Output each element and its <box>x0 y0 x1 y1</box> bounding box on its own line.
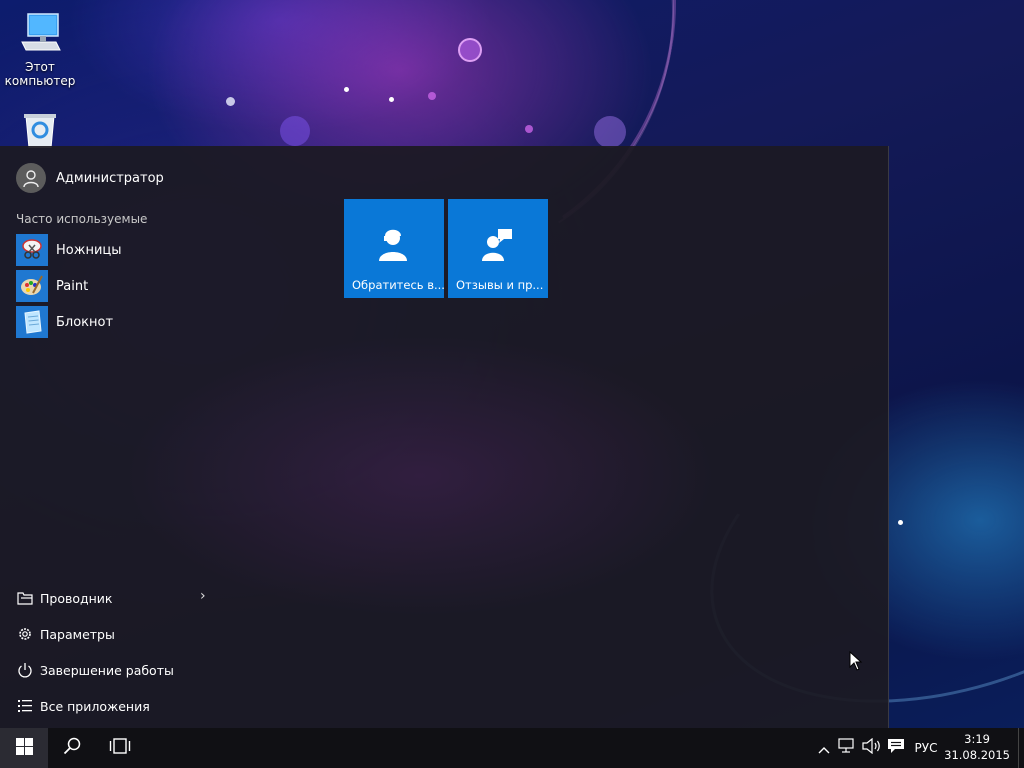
network-button[interactable] <box>836 728 858 768</box>
tile-label: Обратитесь в... <box>352 278 445 292</box>
tile-feedback[interactable]: Отзывы и пр... <box>448 199 548 298</box>
feedback-icon <box>482 227 514 263</box>
explorer-label: Проводник <box>40 590 113 606</box>
show-desktop-button[interactable] <box>1018 728 1024 768</box>
desktop-icon-label: Этот компьютер <box>4 60 76 88</box>
desktop-icon-this-pc[interactable]: Этот компьютер <box>0 10 80 88</box>
app-label: Paint <box>56 278 89 294</box>
language-indicator[interactable]: РУС <box>910 728 942 768</box>
most-used-title: Часто используемые <box>16 212 148 226</box>
chevron-right-icon[interactable]: › <box>200 588 206 604</box>
mouse-cursor-icon <box>849 650 863 675</box>
wallpaper-dot <box>594 116 626 148</box>
folder-icon <box>16 589 34 607</box>
clock[interactable]: 3:19 31.08.2015 <box>944 731 1010 763</box>
clock-date: 31.08.2015 <box>944 748 1010 762</box>
windows-logo-icon <box>15 737 33 759</box>
settings-button[interactable]: Параметры <box>16 622 216 646</box>
app-item-notepad[interactable]: Блокнот <box>16 306 316 338</box>
wallpaper-dot <box>389 97 394 102</box>
volume-button[interactable] <box>860 728 884 768</box>
list-icon <box>16 697 34 715</box>
settings-label: Параметры <box>40 626 115 642</box>
task-view-button[interactable] <box>96 728 144 768</box>
user-avatar-icon <box>16 163 46 193</box>
all-apps-button[interactable]: Все приложения <box>16 694 216 718</box>
taskbar: РУС 3:19 31.08.2015 <box>0 728 1024 768</box>
start-button[interactable] <box>0 728 48 768</box>
notepad-icon <box>16 306 48 338</box>
chevron-up-icon <box>818 739 830 758</box>
network-icon <box>838 738 856 758</box>
wallpaper-dot <box>226 97 235 106</box>
user-account-button[interactable]: Администратор <box>16 162 164 194</box>
speaker-icon <box>862 737 882 758</box>
gear-icon <box>16 625 34 643</box>
search-icon <box>63 737 81 759</box>
wallpaper-dot <box>458 38 482 62</box>
app-label: Блокнот <box>56 314 114 330</box>
notification-icon <box>887 738 905 758</box>
all-apps-label: Все приложения <box>40 698 150 714</box>
shutdown-label: Завершение работы <box>40 662 174 678</box>
wallpaper-dot <box>898 520 903 525</box>
wallpaper-dot <box>525 125 533 133</box>
tile-label: Отзывы и пр... <box>456 278 544 292</box>
app-label: Ножницы <box>56 242 122 258</box>
wallpaper-dot <box>280 116 310 146</box>
start-menu: Администратор Часто используемые Ножницы <box>0 146 889 728</box>
search-button[interactable] <box>48 728 96 768</box>
explorer-button[interactable]: Проводник <box>16 586 216 610</box>
app-item-snipping-tool[interactable]: Ножницы <box>16 234 316 266</box>
user-name: Администратор <box>56 170 164 186</box>
clock-time: 3:19 <box>964 732 990 746</box>
paint-icon <box>16 270 48 302</box>
task-view-icon <box>109 738 131 758</box>
shutdown-button[interactable]: Завершение работы <box>16 658 216 682</box>
snipping-tool-icon <box>16 234 48 266</box>
show-hidden-icons-button[interactable] <box>814 728 834 768</box>
contact-support-icon <box>378 227 410 263</box>
wallpaper-dot <box>428 92 436 100</box>
wallpaper-dot <box>344 87 349 92</box>
tile-contact-support[interactable]: Обратитесь в... <box>344 199 445 298</box>
action-center-button[interactable] <box>884 728 908 768</box>
power-icon <box>16 661 34 679</box>
this-pc-icon <box>16 10 64 58</box>
app-item-paint[interactable]: Paint <box>16 270 316 302</box>
